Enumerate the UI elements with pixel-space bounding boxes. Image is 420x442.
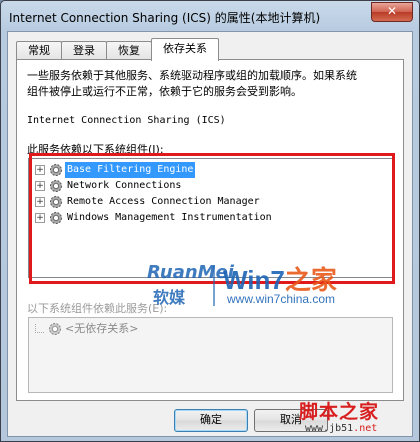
- dependents-tree[interactable]: <无依存关系>: [28, 317, 393, 393]
- dependencies-description: 一些服务依赖于其他服务、系统驱动程序或组的加载顺序。如果系统 组件被停止或运行不…: [27, 69, 357, 98]
- properties-dialog: Internet Connection Sharing (ICS) 的属性(本地…: [0, 0, 420, 442]
- tree-item-label: Network Connections: [67, 180, 182, 191]
- tree-item-label: Windows Management Instrumentation: [67, 212, 272, 223]
- tree-item-label: Base Filtering Engine: [65, 162, 196, 178]
- close-icon: ✕: [386, 4, 398, 18]
- depends-on-label: 此服务依赖以下系统组件(I):: [27, 143, 164, 156]
- gear-icon: [49, 323, 61, 335]
- gear-icon: [50, 164, 62, 176]
- tab-dependencies[interactable]: 依存关系: [151, 38, 219, 61]
- expand-icon[interactable]: +: [35, 197, 45, 207]
- tree-item-label: <无依存关系>: [65, 322, 139, 335]
- dependencies-panel: 一些服务依赖于其他服务、系统驱动程序或组的加载顺序。如果系统 组件被停止或运行不…: [16, 59, 404, 401]
- expand-icon[interactable]: +: [35, 181, 45, 191]
- dependents-label: 以下系统组件依赖此服务(E):: [27, 302, 168, 315]
- window-title: Internet Connection Sharing (ICS) 的属性(本地…: [9, 11, 321, 25]
- expand-icon[interactable]: +: [35, 165, 45, 175]
- tab-general[interactable]: 常规: [16, 41, 62, 60]
- tree-connector: [35, 324, 44, 333]
- ok-button[interactable]: 确定: [174, 409, 248, 432]
- expand-icon[interactable]: +: [35, 213, 45, 223]
- close-button[interactable]: ✕: [371, 2, 413, 22]
- gear-icon: [50, 180, 62, 192]
- gear-icon: [50, 196, 62, 208]
- tree-item-label: Remote Access Connection Manager: [67, 196, 260, 207]
- title-bar[interactable]: Internet Connection Sharing (ICS) 的属性(本地…: [1, 1, 419, 31]
- depends-on-tree[interactable]: + Base Filtering Engine + Network Connec…: [28, 158, 393, 278]
- service-name: Internet Connection Sharing (ICS): [27, 115, 226, 126]
- tab-recovery[interactable]: 恢复: [106, 41, 152, 60]
- gear-icon: [50, 212, 62, 224]
- tab-logon[interactable]: 登录: [61, 41, 107, 60]
- cancel-button[interactable]: 取消: [254, 409, 328, 432]
- dialog-client-area: 常规 登录 恢复 依存关系 一些服务依赖于其他服务、系统驱动程序或组的加载顺序。…: [7, 31, 413, 437]
- watermark-win7-url: www.win7china.com: [227, 292, 336, 306]
